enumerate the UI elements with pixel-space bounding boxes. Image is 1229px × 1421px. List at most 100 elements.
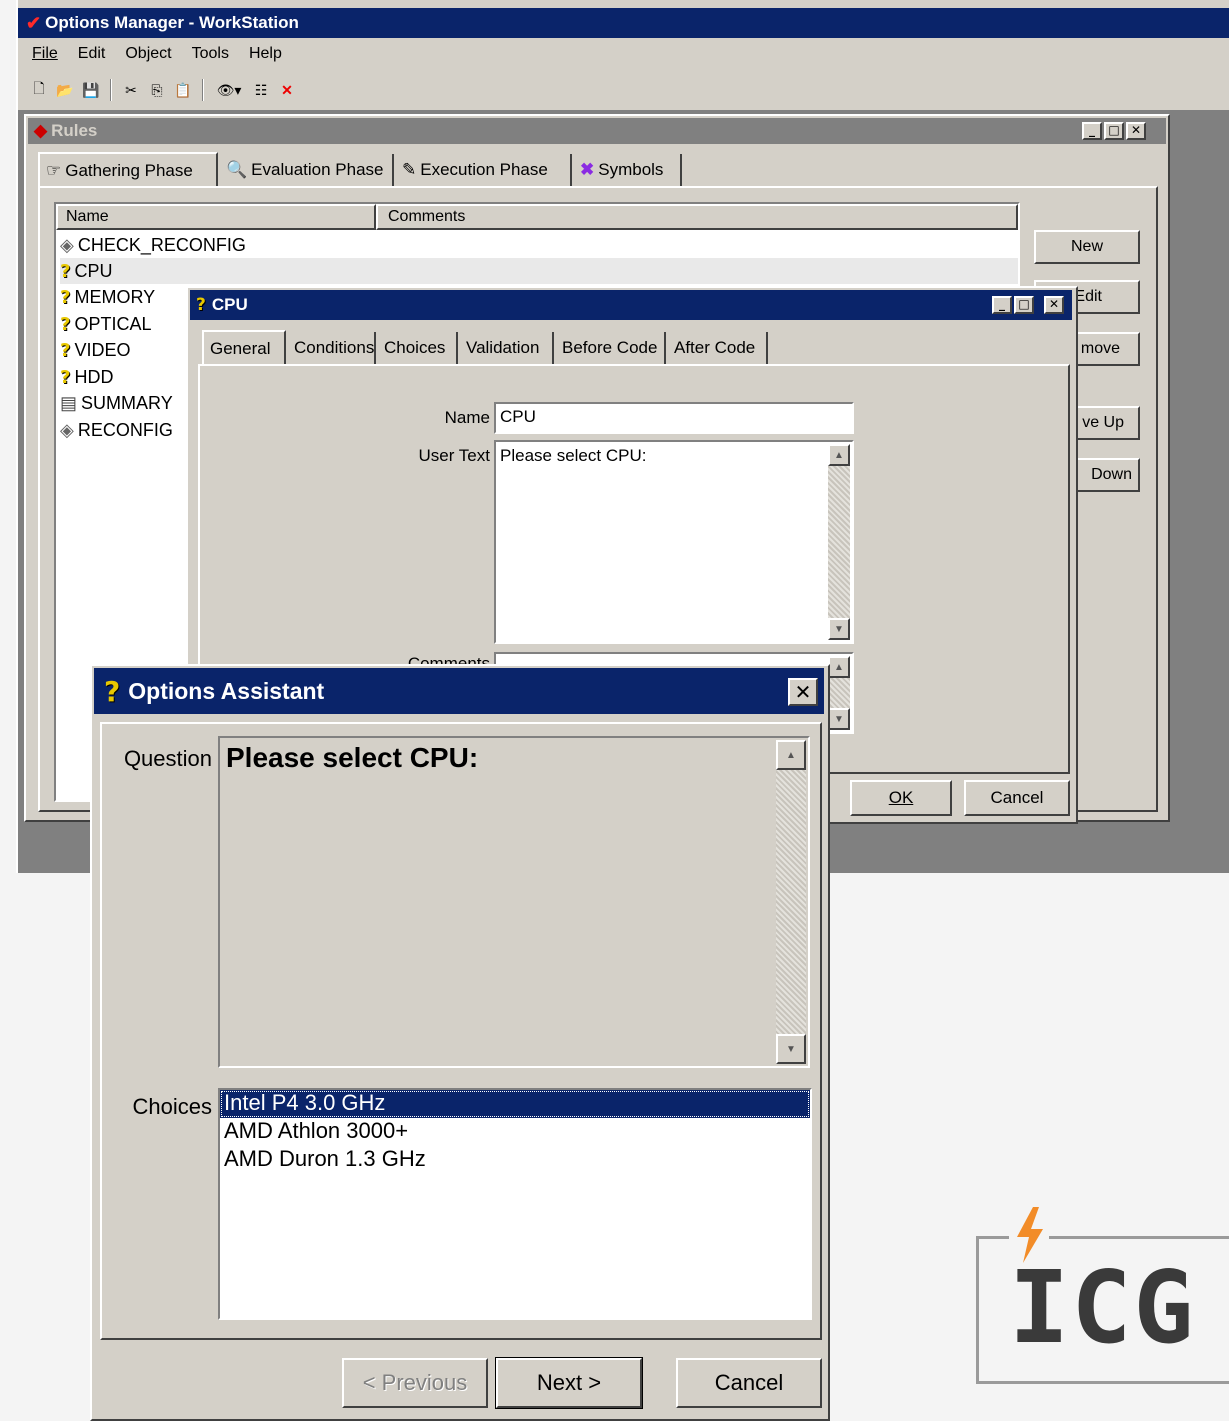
- tab-conditions-label: Conditions: [294, 338, 375, 357]
- rules-maximize-button[interactable]: □: [1104, 122, 1124, 140]
- cpu-close-button[interactable]: ✕: [1044, 296, 1064, 314]
- previous-button[interactable]: < Previous: [342, 1358, 488, 1408]
- user-text-field[interactable]: Please select CPU:: [494, 440, 854, 644]
- list-item[interactable]: ? HDD: [60, 364, 113, 390]
- list-item[interactable]: ? CPU: [60, 258, 1018, 284]
- question-icon: ?: [104, 674, 121, 708]
- tab-validation-label: Validation: [466, 338, 540, 357]
- magnifier-icon: 🔍: [226, 160, 248, 179]
- list-item[interactable]: ? OPTICAL: [60, 311, 151, 337]
- eye-icon: ◈: [60, 234, 74, 255]
- tab-general-label: General: [210, 339, 271, 358]
- cpu-title: CPU: [211, 295, 248, 314]
- column-comments-label: Comments: [388, 208, 466, 225]
- tab-before-code[interactable]: Before Code: [556, 332, 666, 364]
- list-item-label: RECONFIG: [77, 419, 173, 440]
- choice-item[interactable]: AMD Athlon 3000+: [220, 1118, 810, 1146]
- menu-help[interactable]: Help: [249, 45, 282, 63]
- tab-choices[interactable]: Choices: [378, 332, 458, 364]
- question-icon: ?: [60, 366, 71, 388]
- choice-item-selected[interactable]: Intel P4 3.0 GHz: [220, 1090, 810, 1118]
- new-button[interactable]: New: [1034, 230, 1140, 264]
- choice-item[interactable]: AMD Duron 1.3 GHz: [220, 1146, 810, 1174]
- menu-tools[interactable]: Tools: [192, 45, 229, 63]
- move-down-button-label: Down: [1091, 466, 1132, 483]
- tab-symbols[interactable]: ✖ Symbols: [574, 154, 682, 186]
- rules-close-button[interactable]: ✕: [1126, 122, 1146, 140]
- user-text-scrollbar[interactable]: ▲ ▼: [828, 444, 850, 640]
- cut-icon[interactable]: ✂: [120, 80, 142, 100]
- question-label: Question: [123, 746, 212, 771]
- question-scrollbar[interactable]: ▲ ▼: [776, 740, 806, 1064]
- choice-label: AMD Athlon 3000+: [224, 1118, 409, 1143]
- app-title-bar[interactable]: ✔ Options Manager - WorkStation: [18, 8, 1229, 38]
- next-button[interactable]: Next >: [495, 1357, 643, 1409]
- scroll-up-icon[interactable]: ▲: [828, 444, 850, 466]
- new-button-label: New: [1070, 238, 1103, 255]
- list-item[interactable]: ◈ RECONFIG: [60, 417, 173, 443]
- question-text-area: Please select CPU:: [218, 736, 810, 1068]
- rules-minimize-button[interactable]: _: [1082, 122, 1102, 140]
- tab-general[interactable]: General: [202, 330, 286, 366]
- rules-title-bar[interactable]: ◆ Rules: [28, 118, 1166, 144]
- column-header-name[interactable]: Name: [56, 204, 376, 230]
- user-text-value: Please select CPU:: [500, 446, 647, 465]
- paste-icon[interactable]: 📋: [172, 80, 194, 100]
- user-text-label: User Text: [418, 446, 491, 465]
- question-icon: ?: [60, 313, 71, 335]
- rules-title: Rules: [51, 121, 98, 140]
- choices-list[interactable]: Intel P4 3.0 GHz AMD Athlon 3000+ AMD Du…: [218, 1088, 812, 1320]
- list-item[interactable]: ? VIDEO: [60, 337, 130, 363]
- open-folder-icon[interactable]: 📂: [54, 80, 76, 100]
- properties-icon[interactable]: ☷: [250, 80, 272, 100]
- ok-button[interactable]: OK: [850, 780, 952, 816]
- icg-logo: ICG: [976, 1205, 1229, 1384]
- delete-icon[interactable]: ✕: [276, 80, 298, 100]
- cpu-maximize-button[interactable]: □: [1014, 296, 1034, 314]
- eye-icon[interactable]: 👁▾: [212, 80, 246, 100]
- save-disk-icon[interactable]: 💾: [80, 80, 102, 100]
- eye-icon: ◈: [60, 419, 74, 440]
- tab-conditions[interactable]: Conditions: [288, 332, 376, 364]
- assistant-title-bar[interactable]: ? Options Assistant: [94, 668, 824, 714]
- scroll-down-icon[interactable]: ▼: [828, 708, 850, 730]
- question-icon: ?: [196, 295, 206, 315]
- scroll-down-icon[interactable]: ▼: [776, 1034, 806, 1064]
- choices-label: Choices: [132, 1094, 212, 1119]
- list-item-label: VIDEO: [74, 339, 131, 360]
- column-header-comments[interactable]: Comments: [376, 204, 1018, 230]
- tab-gathering-label: Gathering Phase: [65, 161, 193, 180]
- list-item[interactable]: ▤ SUMMARY: [60, 390, 173, 416]
- cpu-cancel-button[interactable]: Cancel: [964, 780, 1070, 816]
- tab-execution-phase[interactable]: ✎ Execution Phase: [396, 154, 572, 186]
- edit-button-label: Edit: [1074, 288, 1102, 305]
- menu-file[interactable]: File: [32, 45, 58, 63]
- previous-button-label: < Previous: [362, 1370, 468, 1395]
- list-item-label: SUMMARY: [81, 392, 173, 413]
- next-button-label: Next >: [536, 1370, 602, 1395]
- tab-after-code[interactable]: After Code: [668, 332, 768, 364]
- cpu-minimize-button[interactable]: _: [992, 296, 1012, 314]
- assistant-close-button[interactable]: ✕: [788, 678, 818, 706]
- assistant-cancel-button-label: Cancel: [714, 1370, 784, 1395]
- list-item-label: OPTICAL: [74, 313, 152, 334]
- name-field[interactable]: CPU: [494, 402, 854, 434]
- scroll-up-icon[interactable]: ▲: [828, 656, 850, 678]
- tab-evaluation-phase[interactable]: 🔍 Evaluation Phase: [220, 154, 394, 186]
- list-item[interactable]: ◈ CHECK_RECONFIG: [60, 232, 246, 258]
- list-item-label: MEMORY: [74, 286, 156, 307]
- tab-evaluation-label: Evaluation Phase: [251, 160, 384, 179]
- list-item[interactable]: ? MEMORY: [60, 284, 155, 310]
- tab-validation[interactable]: Validation: [460, 332, 554, 364]
- scroll-up-icon[interactable]: ▲: [776, 740, 806, 770]
- new-file-icon[interactable]: 🗋: [28, 80, 50, 100]
- menu-edit[interactable]: Edit: [78, 45, 106, 63]
- cpu-title-bar[interactable]: ? CPU: [190, 290, 1072, 320]
- name-field-value: CPU: [500, 407, 536, 426]
- copy-icon[interactable]: ⎘: [146, 80, 168, 100]
- comments-scrollbar[interactable]: ▲ ▼: [828, 656, 850, 730]
- tab-gathering-phase[interactable]: ☞ Gathering Phase: [38, 152, 218, 188]
- assistant-cancel-button[interactable]: Cancel: [676, 1358, 822, 1408]
- menu-object[interactable]: Object: [125, 45, 171, 63]
- scroll-down-icon[interactable]: ▼: [828, 618, 850, 640]
